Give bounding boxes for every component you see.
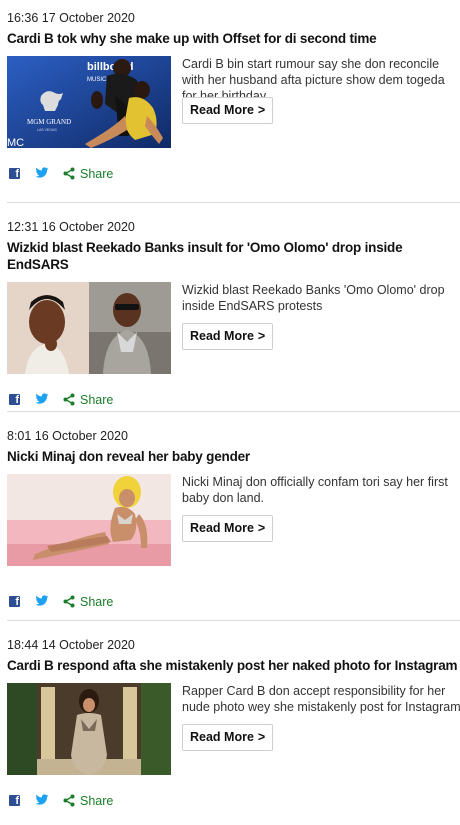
share-link[interactable]: Share <box>80 794 113 809</box>
mgm-grand-text: MGM GRAND <box>27 118 71 126</box>
twitter-icon[interactable] <box>35 167 49 179</box>
article-card: 12:31 16 October 2020 Wizkid blast Reeka… <box>7 219 460 407</box>
facebook-icon[interactable]: f <box>9 394 20 406</box>
share-bar: f Share <box>7 793 207 811</box>
share-bar: f Share <box>7 392 207 410</box>
share-icon[interactable] <box>63 794 75 807</box>
article-thumbnail[interactable] <box>7 683 171 775</box>
article-headline[interactable]: Cardi B respond afta she mistakenly post… <box>7 657 460 674</box>
article-divider <box>7 620 460 621</box>
article-card: 8:01 16 October 2020 Nicki Minaj don rev… <box>7 428 460 609</box>
read-more-label: Read More <box>190 521 254 535</box>
facebook-icon[interactable]: f <box>9 795 20 807</box>
read-more-button[interactable]: Read More > <box>182 97 274 124</box>
read-more-button[interactable]: Read More > <box>182 323 274 350</box>
article-headline[interactable]: Wizkid blast Reekado Banks insult for 'O… <box>7 239 460 273</box>
las-vegas-text: LAS VEGAS <box>37 128 57 132</box>
read-more-label: Read More <box>190 329 254 343</box>
article-thumbnail[interactable]: billboard MUSIC A MGM GRAND LAS VEGAS MC <box>7 56 171 148</box>
read-more-label: Read More <box>190 103 254 117</box>
article-divider <box>7 202 460 203</box>
read-more-button[interactable]: Read More > <box>182 515 274 542</box>
article-headline[interactable]: Cardi B tok why she make up with Offset … <box>7 30 460 47</box>
article-timestamp: 12:31 16 October 2020 <box>7 220 135 234</box>
chevron-right-icon: > <box>257 730 266 744</box>
share-icon[interactable] <box>63 167 75 180</box>
article-summary: Nicki Minaj don officially confam tori s… <box>182 475 448 505</box>
share-icon[interactable] <box>63 595 75 608</box>
share-link[interactable]: Share <box>80 595 113 610</box>
share-bar: f Share <box>7 166 207 184</box>
share-link[interactable]: Share <box>80 167 113 182</box>
share-link[interactable]: Share <box>80 393 113 408</box>
twitter-icon[interactable] <box>35 393 49 405</box>
mc-text: MC <box>7 137 24 148</box>
twitter-icon[interactable] <box>35 595 49 607</box>
article-card: 18:44 14 October 2020 Cardi B respond af… <box>7 637 460 808</box>
article-timestamp: 8:01 16 October 2020 <box>7 429 128 443</box>
article-summary: Rapper Card B don accept responsibility … <box>182 684 460 714</box>
article-headline[interactable]: Nicki Minaj don reveal her baby gender <box>7 448 460 465</box>
facebook-icon[interactable]: f <box>9 596 20 608</box>
article-summary: Wizkid blast Reekado Banks 'Omo Olomo' d… <box>182 283 445 313</box>
twitter-icon[interactable] <box>35 794 49 806</box>
article-card: 16:36 17 October 2020 Cardi B tok why sh… <box>7 10 460 181</box>
article-thumbnail[interactable] <box>7 282 171 374</box>
article-thumbnail[interactable] <box>7 474 171 566</box>
share-bar: f Share <box>7 594 207 612</box>
chevron-right-icon: > <box>257 521 266 535</box>
article-timestamp: 16:36 17 October 2020 <box>7 11 135 25</box>
read-more-button[interactable]: Read More > <box>182 724 274 751</box>
facebook-icon[interactable]: f <box>9 168 20 180</box>
article-timestamp: 18:44 14 October 2020 <box>7 638 135 652</box>
chevron-right-icon: > <box>257 329 266 343</box>
read-more-label: Read More <box>190 730 254 744</box>
article-divider <box>7 411 460 412</box>
share-icon[interactable] <box>63 393 75 406</box>
chevron-right-icon: > <box>257 103 266 117</box>
